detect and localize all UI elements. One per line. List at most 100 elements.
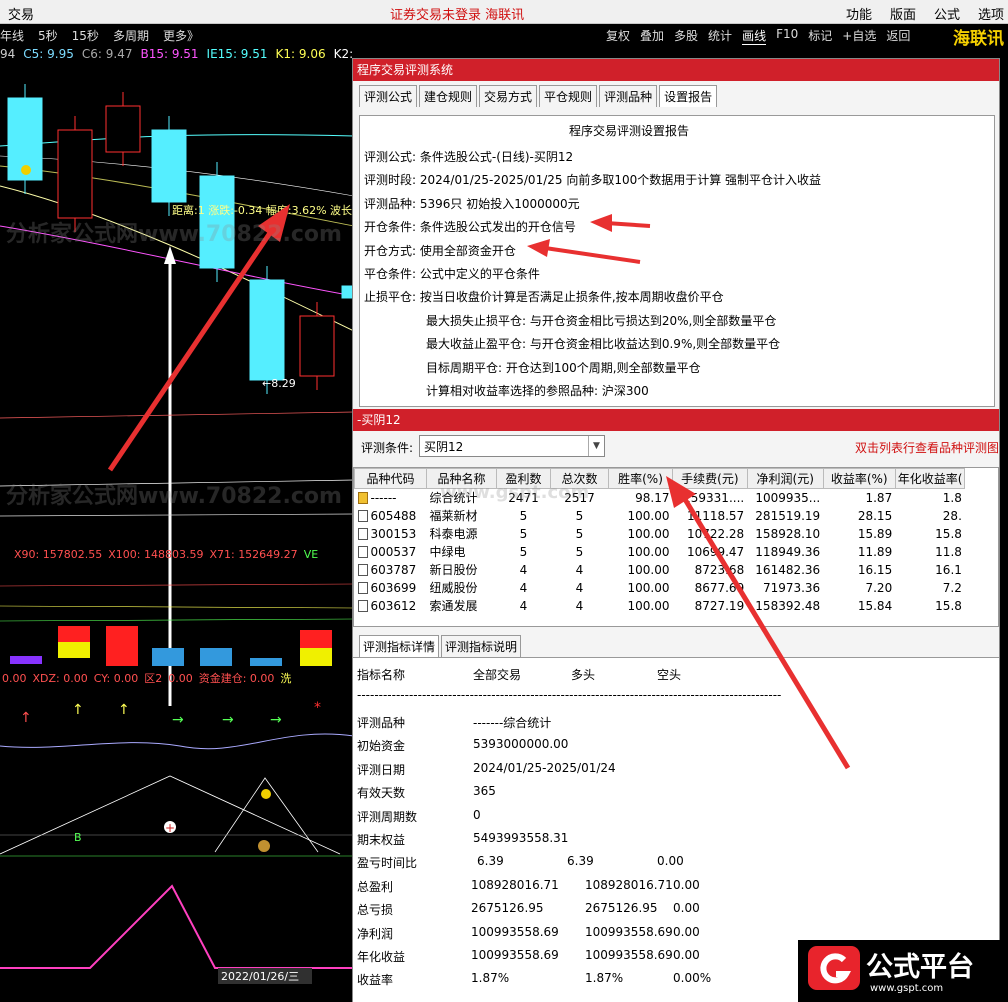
- details-cell: 0.00: [673, 924, 700, 939]
- report-row: 评测品种: 5396只 初始投入1000000元: [364, 196, 580, 211]
- tab-trade-mode[interactable]: 交易方式: [479, 85, 538, 107]
- logo-g-icon: [808, 946, 860, 990]
- table-cell: 281519.19: [755, 508, 821, 523]
- details-cell: 有效天数: [357, 786, 406, 801]
- tab-metric-explain[interactable]: 评测指标说明: [441, 635, 522, 657]
- tool-adjust[interactable]: 复权: [606, 27, 630, 45]
- details-cell: 0.00%: [673, 971, 712, 986]
- logo-url: www.gspt.com: [870, 983, 944, 994]
- kline-chart[interactable]: 94 C5: 9.95 C6: 9.47 B15: 9.51 IE15: 9.51 K1:…: [0, 46, 354, 1002]
- table-cell: 11.89: [857, 544, 893, 559]
- menu-formula[interactable]: 公式: [934, 4, 960, 23]
- details-cell: 0.00: [673, 901, 700, 916]
- document-icon: [357, 599, 368, 612]
- tool-multi-stock[interactable]: 多股: [674, 27, 698, 45]
- period-5s[interactable]: 5秒: [38, 27, 58, 44]
- period-multi[interactable]: 多周期: [113, 27, 149, 44]
- table-cell: 15.8: [935, 598, 962, 613]
- table-row[interactable]: 603787 新日股份 4 4 100.00 8723.68 161482.36 16.15 1…: [355, 561, 965, 579]
- grid-column-header[interactable]: 盈利数: [496, 468, 551, 489]
- tool-f10[interactable]: F10: [776, 27, 798, 45]
- table-cell: 4: [575, 598, 584, 613]
- period-15s[interactable]: 15秒: [72, 27, 99, 44]
- menu-layout[interactable]: 版面: [890, 4, 916, 23]
- table-cell: 索通发展: [429, 599, 478, 613]
- table-cell: 1.8: [942, 490, 962, 505]
- ma-line-magenta: [0, 225, 354, 297]
- table-row[interactable]: 603612 索通发展 4 4 100.00 8727.19 158392.48 15.84 1…: [355, 597, 965, 615]
- results-grid[interactable]: 品种代码 品种名称 盈利数 总次数 胜率(%) 手续费(元) 净利润(元) 收益率(%) 年化收…: [353, 467, 999, 627]
- table-row[interactable]: 603699 纽威股份 4 4 100.00 8677.69 71973.36 7.20 7.2: [355, 579, 965, 597]
- candle-body: [249, 279, 285, 381]
- tool-back[interactable]: 返回: [886, 27, 910, 45]
- grid-column-header[interactable]: 收益率(%): [822, 468, 896, 489]
- condition-select-value: 买阴12: [424, 440, 464, 454]
- table-cell: 28.15: [857, 508, 893, 523]
- tool-add-watchlist[interactable]: +自选: [842, 27, 876, 45]
- tab-metric-details[interactable]: 评测指标详情: [359, 635, 440, 657]
- tab-eval-formula[interactable]: 评测公式: [359, 85, 418, 107]
- arrow-right-green: →: [172, 712, 184, 728]
- legend-item: C5: 9.95: [23, 47, 74, 61]
- tab-close-rule[interactable]: 平仓规则: [539, 85, 598, 107]
- volume-bar: [58, 642, 90, 658]
- support-line-3: [0, 513, 354, 517]
- tool-stats[interactable]: 统计: [708, 27, 732, 45]
- table-row[interactable]: ------ 综合统计 2471 2517 98.17 5259331.... 100993…: [355, 489, 965, 507]
- details-cell: 总盈利: [357, 879, 394, 894]
- tool-mark[interactable]: 标记: [808, 27, 832, 45]
- tab-open-rule[interactable]: 建仓规则: [419, 85, 478, 107]
- legend-item: B15: 9.51: [140, 47, 198, 61]
- table-cell: 1009935...: [755, 490, 821, 505]
- table-cell: 8677.69: [694, 580, 745, 595]
- details-cell: 总亏损: [357, 903, 394, 918]
- condition-label: 评测条件:: [361, 441, 414, 455]
- chevron-down-icon[interactable]: ▼: [588, 436, 604, 456]
- date-label: 2022/01/26/三: [221, 970, 299, 983]
- details-cell: 1.87%: [585, 971, 624, 986]
- period-selector: 年线 5秒 15秒 多周期 更多》: [0, 27, 199, 44]
- table-row[interactable]: 000537 中绿电 5 5 100.00 10699.47 118949.36 11.89 1…: [355, 543, 965, 561]
- support-line-1: [0, 411, 354, 419]
- grid-column-header[interactable]: 品种代码: [354, 468, 427, 489]
- menu-function[interactable]: 功能: [846, 4, 872, 23]
- condition-select[interactable]: 买阴12 ▼: [419, 435, 605, 457]
- tool-draw[interactable]: 画线: [742, 27, 767, 45]
- report-row: 开仓条件: 条件选股公式发出的开仓信号: [364, 220, 576, 235]
- cross-mark: +: [165, 821, 175, 835]
- legend-item: 0.00: [2, 672, 27, 685]
- grid-column-header[interactable]: 年化收益率(: [894, 468, 966, 489]
- details-cell: 期末权益: [357, 833, 406, 847]
- legend-item: C6: 9.47: [82, 47, 133, 61]
- table-cell: 603787: [355, 561, 427, 579]
- table-cell: 4: [519, 562, 528, 577]
- table-cell: 4: [575, 580, 584, 595]
- legend-item: XDZ: 0.00: [33, 672, 88, 685]
- table-row[interactable]: 605488 福莱新材 5 5 100.00 11118.57 281519.19 28.15…: [355, 507, 965, 525]
- legend-item: CY: 0.00: [94, 672, 138, 685]
- grid-column-header[interactable]: 手续费(元): [672, 468, 748, 489]
- vol-line-2: [0, 605, 354, 609]
- table-cell: 5: [575, 544, 584, 559]
- table-cell: 10722.28: [686, 526, 745, 541]
- tool-overlay[interactable]: 叠加: [640, 27, 664, 45]
- tab-eval-stocks[interactable]: 评测品种: [599, 85, 658, 107]
- grid-column-header[interactable]: 净利润(元): [746, 468, 824, 489]
- details-cell: 2675126.95: [585, 901, 658, 916]
- grid-column-header[interactable]: 总次数: [550, 468, 609, 489]
- grid-column-header[interactable]: 品种名称: [426, 468, 497, 489]
- table-row[interactable]: 300153 科泰电源 5 5 100.00 10722.28 158928.10 15.89…: [355, 525, 965, 543]
- menu-options[interactable]: 选项: [978, 4, 1004, 23]
- arrow-right-green-2: →: [222, 712, 234, 728]
- tab-settings-report[interactable]: 设置报告: [659, 85, 718, 107]
- legend-item: K2: 9.15: [334, 47, 354, 61]
- period-year[interactable]: 年线: [0, 27, 24, 44]
- details-cell: 评测品种: [357, 716, 406, 730]
- grid-column-header[interactable]: 胜率(%): [608, 468, 673, 489]
- table-cell: 100.00: [627, 526, 670, 541]
- legend-item: 94: [0, 47, 15, 61]
- details-cell: 评测日期: [357, 762, 406, 777]
- details-cell: 评测周期数: [357, 809, 418, 824]
- table-cell: 100.00: [627, 580, 670, 595]
- period-more[interactable]: 更多》: [163, 27, 199, 44]
